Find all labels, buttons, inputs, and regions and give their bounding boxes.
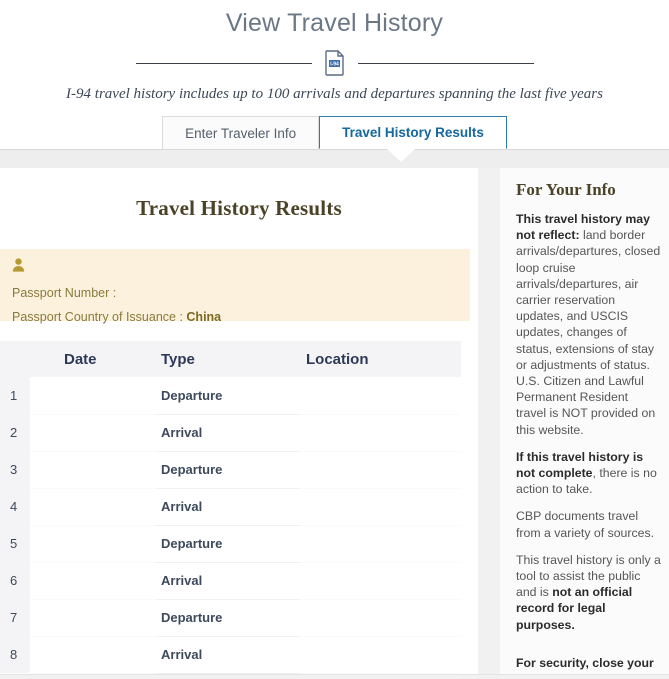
row-index: 8	[0, 636, 30, 673]
sidebar-heading: For Your Info	[516, 180, 661, 200]
table-row: 4 Arrival	[0, 488, 461, 525]
person-icon	[12, 258, 458, 277]
info-paragraph-5-rest: For security, close your browser after r…	[516, 656, 654, 674]
row-index: 6	[0, 562, 30, 599]
travel-history-table: Date Type Location 1 Departure 2	[0, 341, 461, 674]
cell-date	[30, 525, 155, 562]
cell-location	[300, 451, 461, 488]
table-row: 2 Arrival	[0, 414, 461, 451]
results-heading: Travel History Results	[0, 168, 478, 221]
info-paragraph-2: If this travel history is not complete, …	[516, 449, 661, 498]
table-row: 3 Departure	[0, 451, 461, 488]
passport-country-value: China	[186, 310, 221, 324]
passport-country-label: Passport Country of Issuance :	[12, 310, 183, 324]
passport-country-line: Passport Country of Issuance : China	[12, 309, 458, 325]
cell-type: Arrival	[155, 488, 300, 525]
row-index: 2	[0, 414, 30, 451]
view-travel-history-page: View Travel History I-94 I-94 travel his…	[0, 0, 669, 679]
cell-location	[300, 599, 461, 636]
cell-type: Arrival	[155, 414, 300, 451]
cell-type: Departure	[155, 377, 300, 414]
cell-date	[30, 599, 155, 636]
divider-line-left	[136, 63, 312, 64]
cell-type: Arrival	[155, 636, 300, 673]
cell-location	[300, 525, 461, 562]
table-row: 1 Departure	[0, 377, 461, 414]
cell-location	[300, 562, 461, 599]
cell-type: Arrival	[155, 562, 300, 599]
table-body: 1 Departure 2 Arrival 3 Departu	[0, 377, 461, 673]
passport-info-box: Passport Number : Passport Country of Is…	[0, 249, 470, 321]
page-header: View Travel History I-94 I-94 travel his…	[0, 0, 669, 104]
info-paragraph-3: CBP documents travel from a variety of s…	[516, 508, 661, 540]
info-paragraph-3-rest: CBP documents travel from a variety of s…	[516, 509, 654, 539]
column-header-type: Type	[155, 341, 300, 377]
table-row: 7 Departure	[0, 599, 461, 636]
passport-number-line: Passport Number :	[12, 285, 458, 301]
cell-date	[30, 562, 155, 599]
cell-date	[30, 451, 155, 488]
info-paragraph-4: This travel history is only a tool to as…	[516, 552, 661, 633]
i-94-document-icon: I-94	[324, 50, 346, 76]
cell-type: Departure	[155, 451, 300, 488]
row-index: 4	[0, 488, 30, 525]
svg-text:I-94: I-94	[330, 62, 339, 68]
row-index: 3	[0, 451, 30, 488]
cell-date	[30, 414, 155, 451]
table-header-row: Date Type Location	[0, 341, 461, 377]
row-index: 5	[0, 525, 30, 562]
page-subtitle: I-94 travel history includes up to 100 a…	[0, 84, 669, 104]
row-index: 1	[0, 377, 30, 414]
column-header-index	[0, 341, 30, 377]
cell-type: Departure	[155, 599, 300, 636]
info-paragraph-1: This travel history may not reflect: lan…	[516, 211, 661, 438]
active-tab-pointer	[387, 149, 415, 162]
for-your-info-sidebar: For Your Info This travel history may no…	[500, 168, 669, 674]
content-area: Travel History Results Passport Number :…	[0, 168, 669, 674]
info-paragraph-5: For security, close your browser after r…	[516, 655, 661, 674]
cell-date	[30, 636, 155, 673]
tab-enter-traveler-info[interactable]: Enter Traveler Info	[162, 116, 319, 149]
divider-line-right	[358, 63, 534, 64]
cell-date	[30, 488, 155, 525]
table-row: 8 Arrival	[0, 636, 461, 673]
title-divider-row: I-94	[0, 50, 669, 76]
panel-gutter	[478, 168, 500, 674]
cell-location	[300, 377, 461, 414]
tab-bar: Enter Traveler Info Travel History Resul…	[0, 116, 669, 149]
info-paragraph-1-rest: land border arrivals/departures, closed …	[516, 228, 660, 436]
column-header-date: Date	[30, 341, 155, 377]
tab-travel-history-results[interactable]: Travel History Results	[319, 116, 507, 149]
cell-date	[30, 377, 155, 414]
passport-number-label: Passport Number :	[12, 286, 116, 300]
table-header: Date Type Location	[0, 341, 461, 377]
footer-band	[0, 674, 669, 679]
cell-location	[300, 636, 461, 673]
cell-location	[300, 414, 461, 451]
page-title: View Travel History	[0, 6, 669, 40]
results-panel: Travel History Results Passport Number :…	[0, 168, 478, 674]
table-row: 6 Arrival	[0, 562, 461, 599]
table-row: 5 Departure	[0, 525, 461, 562]
tab-underline-band	[0, 149, 669, 168]
cell-location	[300, 488, 461, 525]
column-header-location: Location	[300, 341, 461, 377]
row-index: 7	[0, 599, 30, 636]
cell-type: Departure	[155, 525, 300, 562]
